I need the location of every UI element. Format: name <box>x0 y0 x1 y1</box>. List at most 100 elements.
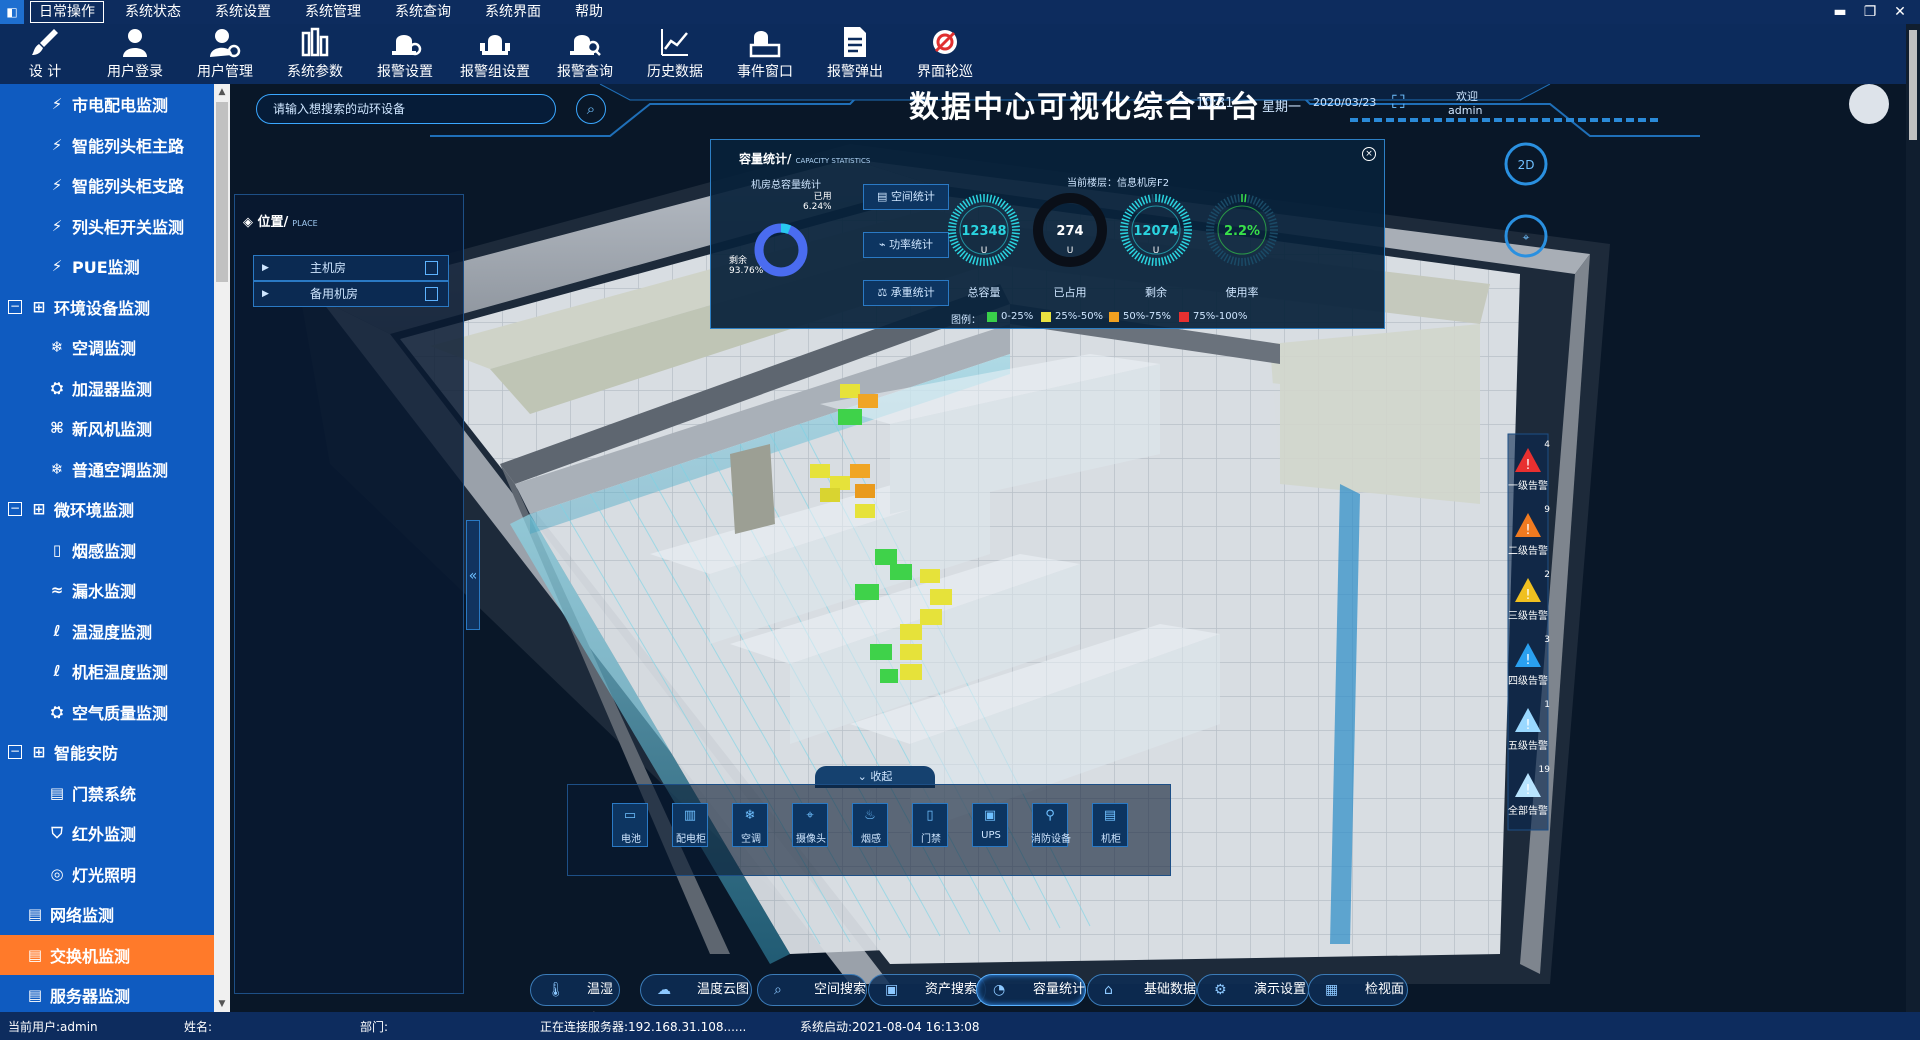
bottom-nav-button[interactable]: ⌕ 空间搜索 <box>757 974 867 1006</box>
sidebar-item[interactable]: ⚡ 市电配电监测 <box>0 84 214 125</box>
device-icon: ▣ <box>983 808 997 823</box>
legend-label: 50%-75% <box>1123 311 1172 322</box>
gauge-tick <box>1163 256 1168 265</box>
gauge-tick <box>972 195 977 204</box>
menu-system-management[interactable]: 系统管理 <box>288 0 378 24</box>
toolbar-history-data-button[interactable]: 历史数据 <box>630 24 720 84</box>
alarm-level-button[interactable]: ! 19 全部告警 <box>1508 765 1550 817</box>
window-scrollbar[interactable] <box>1906 24 1920 1012</box>
place-backup-room[interactable]: ▶ 备用机房 <box>253 281 449 307</box>
avatar[interactable] <box>1849 84 1889 124</box>
sidebar-item[interactable]: ⚡ PUE监测 <box>0 246 214 287</box>
sidebar-item[interactable]: − ⊞ 智能安防 <box>0 732 214 773</box>
toolbar-alarm-group-button[interactable]: 报警组设置 <box>450 24 540 84</box>
sidebar-item[interactable]: ▤ 网络监测 <box>0 894 214 935</box>
menu-help[interactable]: 帮助 <box>558 0 620 24</box>
sidebar-item[interactable]: ℓ 机柜温度监测 <box>0 651 214 692</box>
menu-system-status[interactable]: 系统状态 <box>108 0 198 24</box>
bottom-nav-button[interactable]: ◔ 容量统计 <box>976 974 1086 1006</box>
toolbar-alarm-popup-button[interactable]: 报警弹出 <box>810 24 900 84</box>
toolbar-screen-tour-button[interactable]: 界面轮巡 <box>900 24 990 84</box>
sidebar-item[interactable]: ⚡ 智能列头柜主路 <box>0 125 214 166</box>
gauge-tick <box>994 255 1000 264</box>
sidebar-item[interactable]: − ⊞ 微环境监测 <box>0 489 214 530</box>
toolbar-event-window-button[interactable]: 事件窗口 <box>720 24 810 84</box>
space-statistics-button[interactable]: ▤ 空间统计 <box>863 184 949 210</box>
bottom-nav-button[interactable]: ⚙ 演示设置 <box>1197 974 1309 1006</box>
sidebar-item[interactable]: ▤ 服务器监测 <box>0 975 214 1012</box>
collapse-toggle-icon[interactable]: − <box>8 299 22 314</box>
toolbar-alarm-query-button[interactable]: 报警查询 <box>540 24 630 84</box>
sidebar-item[interactable]: ⌘ 新风机监测 <box>0 408 214 449</box>
bottom-nav-button[interactable]: 🌡 温湿度 <box>530 974 620 1006</box>
sidebar-item-icon: ⚡ <box>51 135 63 154</box>
toolbar-alarm-settings-button[interactable]: 报警设置 <box>360 24 450 84</box>
dock-device-button[interactable]: ▣ UPS <box>972 803 1008 847</box>
alarm-level-button[interactable]: ! 3 四级告警 <box>1508 635 1550 687</box>
view-2d-button[interactable]: 2D <box>1504 142 1548 186</box>
sidebar-item[interactable]: ⛭ 加湿器监测 <box>0 368 214 409</box>
sidebar-item-icon: ▤ <box>27 945 43 964</box>
bottom-nav-button[interactable]: ▣ 资产搜索 <box>868 974 986 1006</box>
toolbar-user-login-button[interactable]: 用户登录 <box>90 24 180 84</box>
power-statistics-button[interactable]: ⌁ 功率统计 <box>863 232 949 258</box>
sidebar-item[interactable]: ⛭ 空气质量监测 <box>0 692 214 733</box>
sidebar-item[interactable]: ▯ 烟感监测 <box>0 530 214 571</box>
alarm-level-button[interactable]: ! 2 三级告警 <box>1508 570 1550 622</box>
sidebar-scrollbar[interactable]: ▲ ▼ <box>214 84 230 1012</box>
scroll-down-icon[interactable]: ▼ <box>214 996 230 1012</box>
alarm-level-button[interactable]: ! 4 一级告警 <box>1508 440 1550 492</box>
search-icon[interactable]: ⌕ <box>576 94 606 124</box>
dock-device-button[interactable]: ▭ 电池 <box>612 803 648 847</box>
menu-system-settings[interactable]: 系统设置 <box>198 0 288 24</box>
gauge-tick <box>1233 257 1237 266</box>
sidebar-item[interactable]: ⛉ 红外监测 <box>0 813 214 854</box>
collapse-toggle-icon[interactable]: − <box>8 745 22 760</box>
bottom-nav-button[interactable]: ☁ 温度云图 <box>640 974 752 1006</box>
gauge-tick <box>1161 194 1165 203</box>
sidebar-item[interactable]: ❄ 普通空调监测 <box>0 449 214 490</box>
menu-system-interface[interactable]: 系统界面 <box>468 0 558 24</box>
sidebar-item[interactable]: ≈ 漏水监测 <box>0 570 214 611</box>
alarm-level-button[interactable]: ! 9 二级告警 <box>1508 505 1550 557</box>
toolbar-design-button[interactable]: 设 计 <box>0 24 90 84</box>
load-statistics-button[interactable]: ⚖ 承重统计 <box>863 280 949 306</box>
menu-daily-ops[interactable]: 日常操作 <box>30 1 104 23</box>
remain-label: 剩余 93.76% <box>729 256 764 276</box>
close-icon[interactable]: × <box>1362 147 1376 161</box>
scroll-up-icon[interactable]: ▲ <box>214 84 230 100</box>
sidebar-item[interactable]: − ⊞ 环境设备监测 <box>0 287 214 328</box>
place-main-room[interactable]: ▶ 主机房 <box>253 255 449 281</box>
toolbar-user-management-button[interactable]: 用户管理 <box>180 24 270 84</box>
menu-system-query[interactable]: 系统查询 <box>378 0 468 24</box>
bottom-nav-button[interactable]: ▦ 检视面板 <box>1308 974 1408 1006</box>
fullscreen-icon[interactable]: ⛶ <box>1392 92 1405 113</box>
sidebar-item[interactable]: ℓ 温湿度监测 <box>0 611 214 652</box>
collapse-toggle-icon[interactable]: − <box>8 502 22 517</box>
sidebar-item-icon: ℓ <box>53 621 61 640</box>
alarm-level-button[interactable]: ! 1 五级告警 <box>1508 700 1550 752</box>
current-user-label[interactable]: admin <box>1448 104 1482 117</box>
dock-device-button[interactable]: ⚲ 消防设备 <box>1031 803 1071 847</box>
scrollbar-thumb[interactable] <box>1909 30 1917 140</box>
sidebar-item[interactable]: ◎ 灯光照明 <box>0 854 214 895</box>
sidebar-item[interactable]: ▤ 门禁系统 <box>0 773 214 814</box>
close-button[interactable]: ✕ <box>1880 0 1920 24</box>
dock-device-button[interactable]: ♨ 烟感 <box>852 803 888 847</box>
dock-device-button[interactable]: ⌖ 摄像头 <box>792 803 828 847</box>
toolbar-system-params-button[interactable]: 系统参数 <box>270 24 360 84</box>
sidebar-item[interactable]: ▤ 交换机监测 <box>0 934 214 975</box>
sidebar-item[interactable]: ❄ 空调监测 <box>0 327 214 368</box>
device-search-input[interactable]: 请输入想搜索的动环设备 <box>256 94 556 124</box>
dock-device-button[interactable]: ❄ 空调 <box>732 803 768 847</box>
collapse-panel-button[interactable]: « <box>466 520 480 630</box>
sidebar-item[interactable]: ⚡ 列头柜开关监测 <box>0 206 214 247</box>
sidebar-item[interactable]: ⚡ 智能列头柜支路 <box>0 165 214 206</box>
dock-device-button[interactable]: ▥ 配电柜 <box>672 803 708 847</box>
scrollbar-thumb[interactable] <box>216 102 228 282</box>
bottom-nav-button[interactable]: ⌂ 基础数据 <box>1087 974 1197 1006</box>
gauge-tick <box>1268 218 1277 223</box>
sidebar-item-label: 空气质量监测 <box>72 703 169 723</box>
dock-device-button[interactable]: ▤ 机柜 <box>1092 803 1128 847</box>
dock-device-button[interactable]: ▯ 门禁 <box>912 803 948 847</box>
